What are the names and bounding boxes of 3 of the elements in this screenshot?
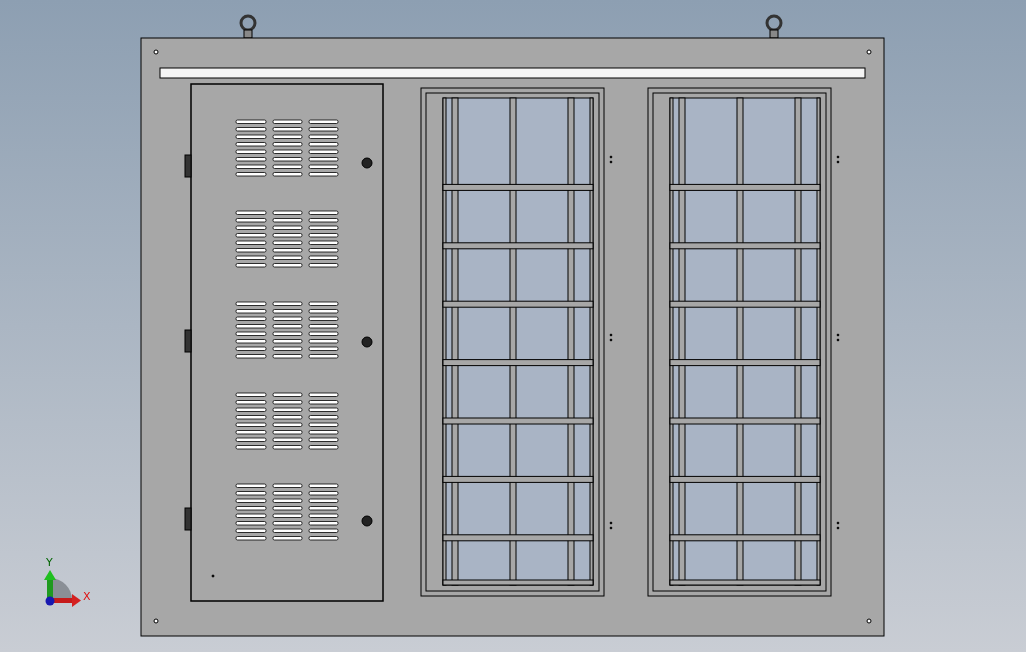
x-axis-label: X [83,590,91,603]
y-axis-label: Y [46,556,53,569]
axis-triad-icon [44,570,81,607]
